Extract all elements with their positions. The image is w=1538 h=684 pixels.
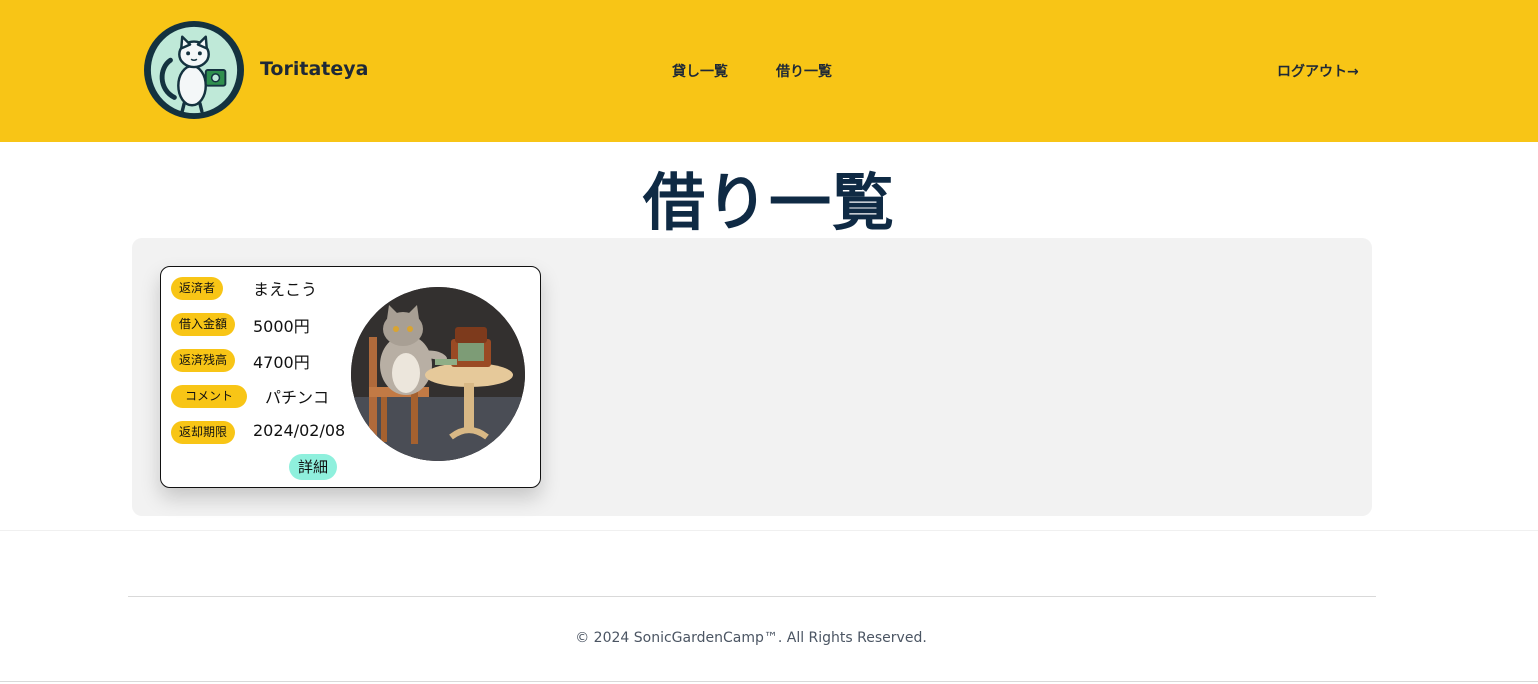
due-date-label-badge: 返却期限 [171, 421, 236, 444]
nav-borrow-list-link[interactable]: 借り一覧 [776, 61, 832, 81]
footer-divider [128, 596, 1376, 597]
cat-money-photo [351, 287, 525, 461]
cat-logo-icon[interactable] [144, 21, 244, 119]
balance-label-badge: 返済残高 [171, 349, 236, 372]
nav-lend-list-link[interactable]: 貸し一覧 [672, 61, 728, 81]
comment-label-badge: コメント [171, 385, 248, 408]
copyright-text: © 2024 SonicGardenCamp™. All Rights Rese… [575, 630, 927, 646]
balance-value: 4700円 [253, 353, 310, 372]
page-bottom-divider [0, 681, 1538, 682]
brand-name[interactable]: Toritateya [260, 58, 368, 80]
footer-top-divider [0, 530, 1538, 531]
due-date-value: 2024/02/08 [253, 421, 346, 440]
comment-value: パチンコ [265, 388, 330, 407]
repayer-label-badge: 返済者 [171, 277, 224, 300]
amount-value: 5000円 [253, 317, 310, 336]
amount-label-badge: 借入金額 [171, 313, 236, 336]
page-title: 借り一覧 [642, 166, 895, 239]
loan-card: 返済者 まえこう 借入金額 5000円 返済残高 4700円 コメント パチンコ… [160, 266, 541, 488]
site-header: Toritateya 貸し一覧 借り一覧 ログアウト→ [0, 0, 1538, 142]
logout-link[interactable]: ログアウト→ [1277, 61, 1359, 81]
repayer-value: まえこう [253, 280, 318, 299]
detail-button[interactable]: 詳細 [289, 454, 337, 480]
loan-list-panel: 返済者 まえこう 借入金額 5000円 返済残高 4700円 コメント パチンコ… [132, 238, 1372, 516]
